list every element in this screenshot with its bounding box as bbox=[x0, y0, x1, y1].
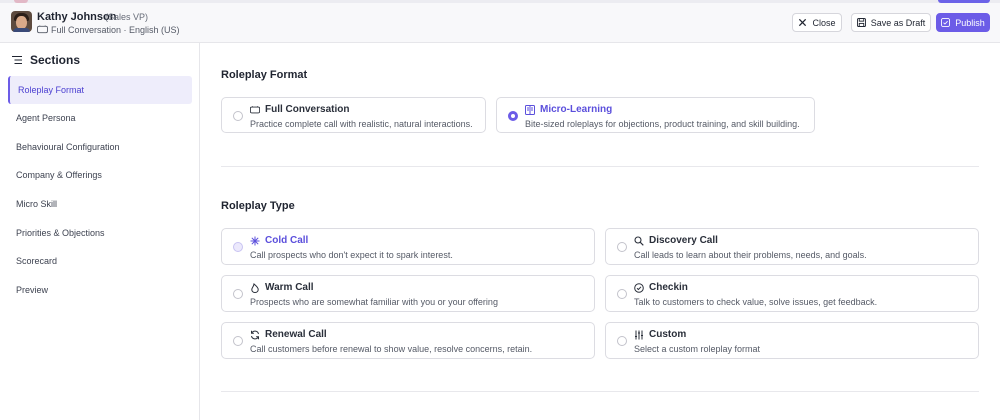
type-option-title: Renewal Call bbox=[250, 329, 327, 340]
format-option-title: Full Conversation bbox=[250, 104, 349, 115]
type-option-title: Checkin bbox=[634, 282, 688, 293]
top-strip-tab bbox=[14, 0, 28, 3]
type-option-discovery-call[interactable]: Discovery Call Call leads to learn about… bbox=[605, 228, 979, 265]
book-icon bbox=[525, 104, 535, 115]
save-draft-button-label: Save as Draft bbox=[870, 17, 926, 28]
roleplay-format-title: Roleplay Format bbox=[221, 69, 308, 81]
format-option-desc: Bite-sized roleplays for objections, pro… bbox=[525, 119, 800, 129]
sidebar-item-preview[interactable]: Preview bbox=[8, 276, 192, 304]
sidebar-item-company-offerings[interactable]: Company & Offerings bbox=[8, 161, 192, 189]
close-button[interactable]: Close bbox=[792, 13, 842, 32]
format-option-full-conversation[interactable]: Full Conversation Practice complete call… bbox=[221, 97, 486, 133]
type-option-desc: Select a custom roleplay format bbox=[634, 344, 761, 354]
user-meta-text: Full Conversation · English (US) bbox=[51, 24, 180, 35]
user-role: (Sales VP) bbox=[105, 12, 149, 22]
avatar-shirt bbox=[13, 28, 30, 32]
divider bbox=[221, 391, 979, 392]
sidebar-item-roleplay-format[interactable]: Roleplay Format bbox=[8, 76, 192, 104]
sliders-icon bbox=[635, 330, 643, 339]
sidebar-item-agent-persona[interactable]: Agent Persona bbox=[8, 104, 192, 132]
type-option-checkin[interactable]: Checkin Talk to customers to check value… bbox=[605, 275, 979, 312]
radio-cold-call[interactable] bbox=[233, 242, 243, 252]
save-draft-button[interactable]: Save as Draft bbox=[851, 13, 931, 32]
user-meta: Full Conversation · English (US) bbox=[37, 24, 180, 35]
search-icon bbox=[634, 235, 644, 246]
radio-full-conversation[interactable] bbox=[233, 111, 243, 121]
type-option-desc: Call customers before renewal to show va… bbox=[250, 344, 533, 354]
type-option-warm-call[interactable]: Warm Call Prospects who are somewhat fam… bbox=[221, 275, 595, 312]
sidebar: Sections Roleplay Format Agent Persona B… bbox=[0, 43, 200, 420]
type-option-title: Warm Call bbox=[250, 282, 314, 293]
sidebar-item-priorities-objections[interactable]: Priorities & Objections bbox=[8, 219, 192, 247]
radio-custom[interactable] bbox=[617, 336, 627, 346]
radio-renewal-call[interactable] bbox=[233, 336, 243, 346]
type-option-desc: Prospects who are somewhat familiar with… bbox=[250, 297, 498, 307]
refresh-icon bbox=[251, 330, 259, 339]
sidebar-item-micro-skill[interactable]: Micro Skill bbox=[8, 190, 192, 218]
type-option-renewal-call[interactable]: Renewal Call Call customers before renew… bbox=[221, 322, 595, 359]
save-icon bbox=[856, 18, 866, 27]
publish-button-label: Publish bbox=[955, 17, 985, 28]
top-bar: Kathy Johnson (Sales VP) Full Conversati… bbox=[0, 0, 1000, 43]
snowflake-icon bbox=[250, 236, 260, 245]
type-option-desc: Call leads to learn about their problems… bbox=[634, 250, 867, 260]
type-option-desc: Call prospects who don't expect it to sp… bbox=[250, 250, 453, 260]
check-square-icon bbox=[941, 18, 951, 27]
type-option-title: Discovery Call bbox=[634, 235, 718, 246]
radio-warm-call[interactable] bbox=[233, 289, 243, 299]
format-option-title: Micro-Learning bbox=[525, 104, 612, 115]
top-strip-tab-active bbox=[938, 0, 990, 3]
publish-button[interactable]: Publish bbox=[936, 13, 990, 32]
main-content: Roleplay Format Full Conversation Practi… bbox=[200, 43, 1000, 420]
avatar bbox=[11, 11, 32, 32]
close-button-label: Close bbox=[812, 17, 836, 28]
type-option-desc: Talk to customers to check value, solve … bbox=[634, 297, 878, 307]
roleplay-type-title: Roleplay Type bbox=[221, 200, 295, 212]
list-icon bbox=[12, 55, 22, 65]
type-option-title: Cold Call bbox=[250, 235, 308, 246]
divider bbox=[221, 166, 979, 167]
type-option-title: Custom bbox=[634, 329, 686, 340]
close-icon bbox=[799, 18, 807, 27]
format-option-desc: Practice complete call with realistic, n… bbox=[250, 119, 473, 129]
flame-icon bbox=[251, 282, 259, 293]
format-option-micro-learning[interactable]: Micro-Learning Bite-sized roleplays for … bbox=[496, 97, 815, 133]
radio-discovery-call[interactable] bbox=[617, 242, 627, 252]
top-strip bbox=[0, 0, 1000, 3]
radio-micro-learning[interactable] bbox=[508, 111, 518, 121]
sections-header: Sections bbox=[11, 53, 80, 67]
sidebar-item-behavioural-configuration[interactable]: Behavioural Configuration bbox=[8, 133, 192, 161]
type-option-cold-call[interactable]: Cold Call Call prospects who don't expec… bbox=[221, 228, 595, 265]
sections-title: Sections bbox=[30, 53, 81, 67]
radio-checkin[interactable] bbox=[617, 289, 627, 299]
check-circle-icon bbox=[634, 282, 644, 293]
type-option-custom[interactable]: Custom Select a custom roleplay format bbox=[605, 322, 979, 359]
sidebar-item-scorecard[interactable]: Scorecard bbox=[8, 247, 192, 275]
chat-icon bbox=[37, 25, 48, 34]
chat-icon bbox=[250, 105, 260, 113]
